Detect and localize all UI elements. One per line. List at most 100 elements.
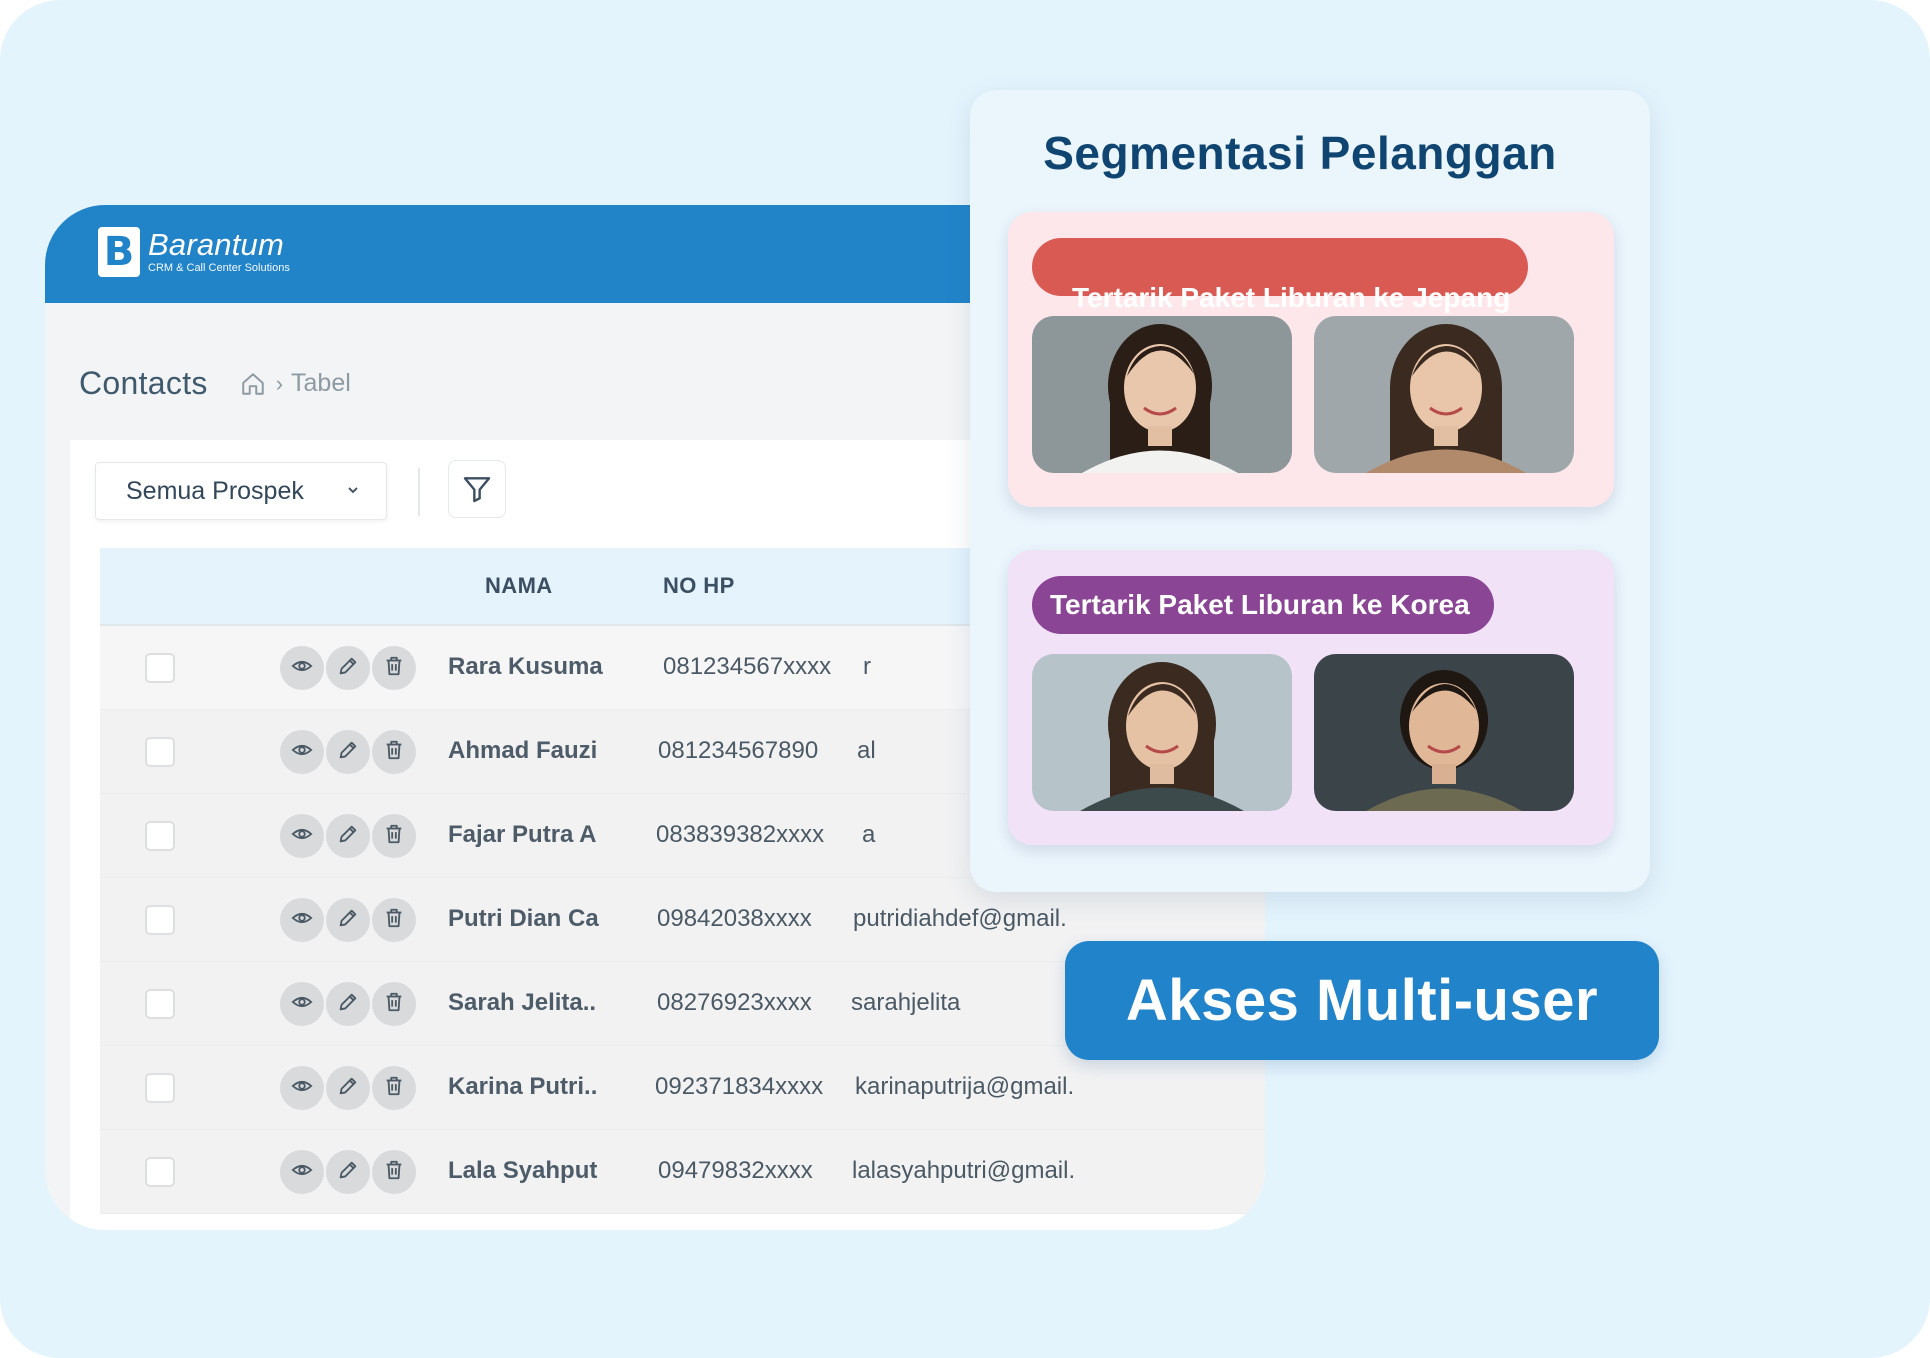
eye-icon	[291, 655, 313, 682]
eye-icon	[291, 823, 313, 850]
brand-tagline: CRM & Call Center Solutions	[148, 262, 290, 274]
breadcrumb: › Tabel	[240, 369, 351, 398]
pencil-icon	[337, 1075, 359, 1102]
edit-button[interactable]	[326, 898, 370, 942]
trash-icon	[383, 1159, 405, 1186]
customer-photo	[1314, 654, 1574, 811]
contact-phone: 083839382xxxx	[656, 821, 825, 848]
contact-name[interactable]: Fajar Putra A	[448, 821, 597, 849]
view-button[interactable]	[280, 646, 324, 690]
segment-group-japan[interactable]: Tertarik Paket Liburan ke Jepang	[1008, 212, 1614, 507]
pencil-icon	[337, 655, 359, 682]
filter-icon	[463, 477, 491, 503]
customer-photo	[1032, 654, 1292, 811]
eye-icon	[291, 991, 313, 1018]
page-title: Contacts	[79, 365, 208, 401]
contact-email: sarahjelita	[851, 989, 961, 1016]
delete-button[interactable]	[372, 730, 416, 774]
pencil-icon	[337, 739, 359, 766]
delete-button[interactable]	[372, 898, 416, 942]
edit-button[interactable]	[326, 730, 370, 774]
breadcrumb-current[interactable]: Tabel	[291, 369, 351, 398]
customer-photo	[1314, 316, 1574, 473]
edit-button[interactable]	[326, 646, 370, 690]
breadcrumb-separator-icon: ›	[275, 370, 284, 396]
contact-email: a	[862, 821, 876, 848]
row-checkbox[interactable]	[145, 905, 175, 935]
dropdown-value: Semua Prospek	[126, 476, 304, 505]
pencil-icon	[337, 823, 359, 850]
contact-phone: 09479832xxxx	[658, 1157, 813, 1184]
delete-button[interactable]	[372, 646, 416, 690]
edit-button[interactable]	[326, 814, 370, 858]
contact-name[interactable]: Rara Kusuma	[448, 653, 603, 681]
chevron-down-icon	[348, 487, 358, 494]
prospect-filter-dropdown[interactable]: Semua Prospek	[95, 462, 387, 520]
contact-name[interactable]: Putri Dian Ca	[448, 905, 599, 933]
delete-button[interactable]	[372, 1150, 416, 1194]
row-checkbox[interactable]	[145, 821, 175, 851]
contact-name[interactable]: Ahmad Fauzi	[448, 737, 597, 765]
trash-icon	[383, 1075, 405, 1102]
filter-button[interactable]	[448, 460, 506, 518]
edit-button[interactable]	[326, 1150, 370, 1194]
view-button[interactable]	[280, 730, 324, 774]
logo-mark: B	[98, 227, 140, 277]
contact-email: putridiahdef@gmail.	[853, 905, 1067, 932]
view-button[interactable]	[280, 982, 324, 1026]
view-button[interactable]	[280, 898, 324, 942]
trash-icon	[383, 823, 405, 850]
contact-phone: 092371834xxxx	[655, 1073, 824, 1100]
contact-name[interactable]: Sarah Jelita..	[448, 989, 596, 1017]
brand-name: Barantum	[148, 227, 284, 262]
contact-phone: 09842038xxxx	[657, 905, 812, 932]
segmentation-title: Segmentasi Pelanggan	[1043, 127, 1557, 179]
row-checkbox[interactable]	[145, 653, 175, 683]
delete-button[interactable]	[372, 982, 416, 1026]
eye-icon	[291, 1159, 313, 1186]
row-checkbox[interactable]	[145, 1073, 175, 1103]
delete-button[interactable]	[372, 1066, 416, 1110]
toolbar-divider	[418, 468, 420, 516]
contact-email: lalasyahputri@gmail.	[852, 1157, 1076, 1184]
segment-label-japan: Tertarik Paket Liburan ke Jepang	[1032, 238, 1528, 313]
eye-icon	[291, 739, 313, 766]
segmentation-card: Segmentasi Pelanggan Tertarik Paket Libu…	[970, 90, 1650, 892]
pencil-icon	[337, 907, 359, 934]
eye-icon	[291, 1075, 313, 1102]
brand-logo[interactable]: B Barantum CRM & Call Center Solutions	[98, 227, 290, 277]
trash-icon	[383, 655, 405, 682]
row-checkbox[interactable]	[145, 989, 175, 1019]
edit-button[interactable]	[326, 1066, 370, 1110]
pencil-icon	[337, 991, 359, 1018]
contact-email: karinaputrija@gmail.	[855, 1073, 1075, 1100]
page-header: Contacts › Tabel	[79, 365, 351, 402]
table-row[interactable]: Lala Syahput 09479832xxxx lalasyahputri@gm…	[100, 1130, 1265, 1214]
contact-email: r	[863, 653, 871, 680]
trash-icon	[383, 907, 405, 934]
contact-name[interactable]: Lala Syahput	[448, 1157, 597, 1185]
segment-group-korea[interactable]: Tertarik Paket Liburan ke Korea	[1008, 550, 1614, 845]
column-header-nama[interactable]: NAMA	[485, 573, 553, 599]
contact-name[interactable]: Karina Putri..	[448, 1073, 597, 1101]
trash-icon	[383, 739, 405, 766]
view-button[interactable]	[280, 1066, 324, 1110]
view-button[interactable]	[280, 1150, 324, 1194]
row-checkbox[interactable]	[145, 737, 175, 767]
contact-phone: 081234567xxxx	[663, 653, 832, 680]
multi-user-badge: Akses Multi-user	[1065, 941, 1659, 1060]
eye-icon	[291, 907, 313, 934]
view-button[interactable]	[280, 814, 324, 858]
customer-photo	[1032, 316, 1292, 473]
segment-label-korea: Tertarik Paket Liburan ke Korea	[1032, 576, 1494, 634]
contact-phone: 081234567890	[658, 737, 819, 764]
canvas: B Barantum CRM & Call Center Solutions C…	[0, 0, 1930, 1358]
pencil-icon	[337, 1159, 359, 1186]
delete-button[interactable]	[372, 814, 416, 858]
contact-email: al	[857, 737, 876, 764]
row-checkbox[interactable]	[145, 1157, 175, 1187]
contact-phone: 08276923xxxx	[657, 989, 812, 1016]
column-header-no-hp[interactable]: NO HP	[663, 573, 735, 599]
edit-button[interactable]	[326, 982, 370, 1026]
home-icon[interactable]	[240, 371, 266, 397]
